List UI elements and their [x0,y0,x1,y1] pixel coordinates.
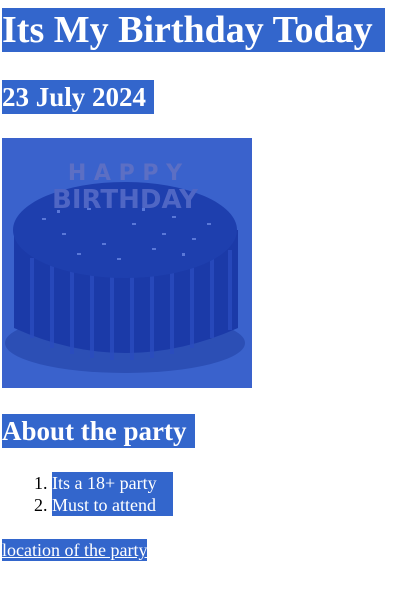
cake-candles-happy: H A P P Y [68,161,183,186]
about-heading: About the party [2,414,195,448]
cake-candles-birthday: BIRTHDAY [52,185,199,215]
party-date: 23 July 2024 [2,80,155,114]
birthday-cake-image: H A P P Y BIRTHDAY [2,138,252,388]
page-title: Its My Birthday Today [2,8,385,52]
cake-illustration: H A P P Y BIRTHDAY [2,138,252,388]
list-item: Its a 18+ party [52,473,157,493]
location-link[interactable]: location of the party [2,539,148,561]
list-markers: 1. 2. [34,473,48,515]
list-item: Must to attend [52,495,156,515]
party-list: Its a 18+ party Must to attend [52,472,173,516]
